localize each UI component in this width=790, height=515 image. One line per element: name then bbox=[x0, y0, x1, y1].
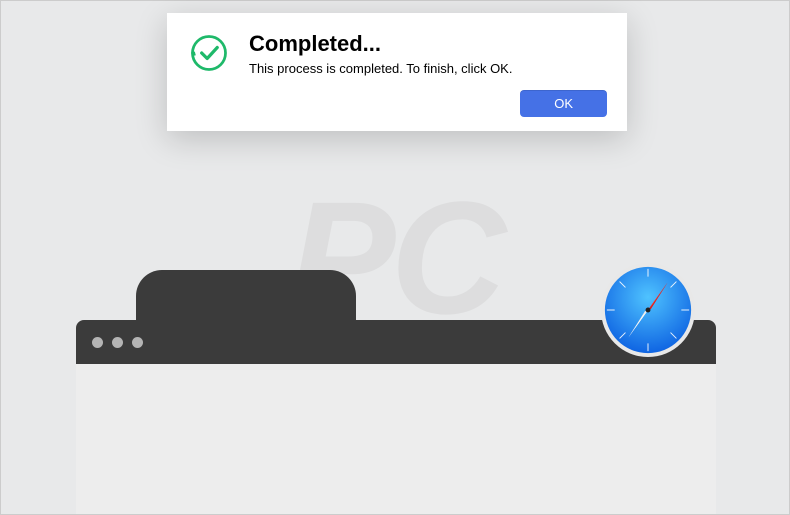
completed-dialog: Completed... This process is completed. … bbox=[167, 13, 627, 131]
completed-check-icon bbox=[187, 31, 231, 75]
safari-icon[interactable] bbox=[599, 261, 697, 359]
browser-content-area bbox=[76, 364, 716, 514]
traffic-light-close-icon[interactable] bbox=[92, 337, 103, 348]
ok-button[interactable]: OK bbox=[520, 90, 607, 117]
dialog-message: This process is completed. To finish, cl… bbox=[249, 61, 607, 76]
browser-tab[interactable] bbox=[136, 270, 356, 320]
traffic-light-minimize-icon[interactable] bbox=[112, 337, 123, 348]
traffic-light-zoom-icon[interactable] bbox=[132, 337, 143, 348]
dialog-title: Completed... bbox=[249, 31, 607, 57]
